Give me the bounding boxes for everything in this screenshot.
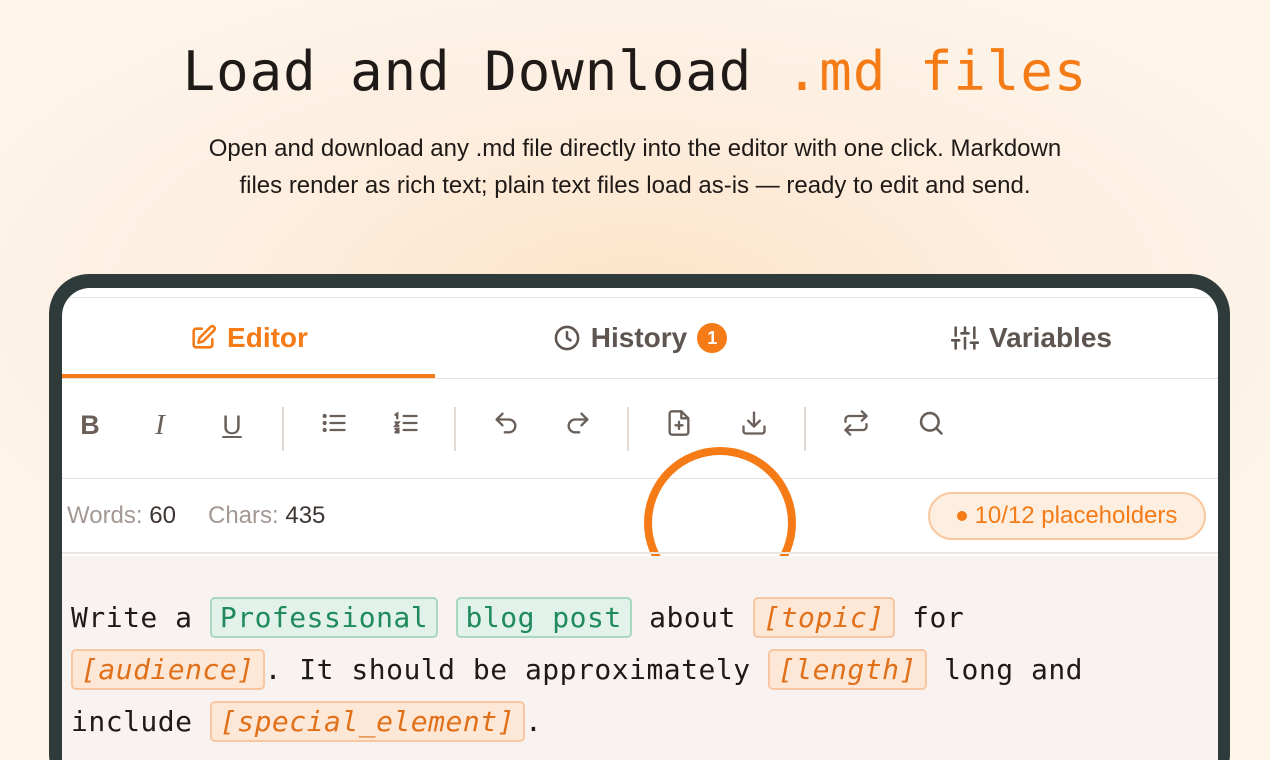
swap-button[interactable]	[832, 401, 880, 449]
hero-subtitle: Open and download any .md file directly …	[150, 130, 1120, 204]
search-icon	[917, 409, 945, 442]
stats-bar: Words: 60 Chars: 435 10/12 placeholders	[62, 480, 1218, 554]
word-count-label: Words:	[67, 502, 143, 529]
redo-icon	[564, 409, 592, 442]
device-frame: Editor History 1 Variables B I U Words: …	[49, 274, 1230, 760]
numbered-list-icon	[392, 409, 420, 442]
undo-button[interactable]	[482, 401, 530, 449]
swap-icon	[842, 409, 870, 442]
placeholder-chip[interactable]: [topic]	[753, 597, 895, 638]
clock-icon	[553, 324, 581, 352]
char-count: Chars: 435	[208, 502, 325, 530]
placeholder-chip[interactable]: [audience]	[71, 649, 265, 690]
redo-button[interactable]	[554, 401, 602, 449]
tab-variables-label: Variables	[989, 322, 1112, 353]
text-segment: .	[524, 705, 543, 738]
text-segment: include	[71, 705, 210, 738]
placeholders-badge[interactable]: 10/12 placeholders	[928, 492, 1206, 540]
editor-content[interactable]: Write a Professional blog post about [to…	[62, 556, 1218, 760]
placeholders-label: 10/12 placeholders	[974, 502, 1178, 529]
hero-subtitle-line-1: Open and download any .md file directly …	[208, 135, 1062, 162]
history-count-badge: 1	[697, 323, 728, 353]
tab-history-label: History	[590, 322, 688, 353]
formatting-toolbar: B I U	[62, 379, 1218, 599]
variable-chip[interactable]: Professional	[209, 597, 439, 638]
placeholder-chip[interactable]: [special_element]	[209, 701, 525, 742]
numbered-list-button[interactable]	[382, 401, 430, 449]
bullet-list-button[interactable]	[310, 401, 358, 449]
bold-button[interactable]: B	[66, 401, 114, 449]
hero-title-accent: .md files	[785, 40, 1088, 103]
tab-editor[interactable]: Editor	[62, 298, 435, 378]
variable-chip[interactable]: blog post	[455, 597, 632, 638]
word-count-value: 60	[149, 502, 176, 529]
edit-icon	[189, 324, 217, 352]
placeholder-chip[interactable]: [length]	[767, 649, 927, 690]
underline-button[interactable]: U	[208, 401, 256, 449]
toolbar-separator	[454, 407, 456, 451]
editor-app: Editor History 1 Variables B I U Words: …	[62, 288, 1218, 760]
hero-title-main: Load and Download	[182, 40, 786, 103]
bullet-list-icon	[320, 409, 348, 442]
text-segment: . It should be approximately	[264, 653, 768, 686]
toolbar-separator	[627, 407, 629, 451]
load-file-button[interactable]	[655, 401, 703, 449]
download-icon	[740, 409, 768, 442]
sliders-icon	[951, 324, 979, 352]
hero-title: Load and Download .md files	[0, 40, 1270, 103]
tab-editor-label: Editor	[227, 322, 308, 353]
text-segment: about	[631, 601, 754, 634]
file-plus-icon	[665, 409, 693, 442]
word-count: Words: 60	[67, 502, 176, 530]
toolbar-separator	[804, 407, 806, 451]
download-button[interactable]	[730, 401, 778, 449]
tab-history[interactable]: History 1	[435, 298, 845, 378]
tab-bar: Editor History 1 Variables	[62, 298, 1218, 379]
italic-button[interactable]: I	[136, 401, 184, 449]
hero-subtitle-line-2: files render as rich text; plain text fi…	[239, 172, 1031, 199]
active-tab-indicator	[62, 374, 435, 378]
text-segment: for	[894, 601, 965, 634]
char-count-value: 435	[285, 502, 326, 529]
editor-paragraph: Write a Professional blog post about [to…	[71, 592, 1201, 748]
search-button[interactable]	[907, 401, 955, 449]
status-dot-icon	[956, 511, 967, 521]
tab-variables[interactable]: Variables	[845, 298, 1218, 378]
text-segment: Write a	[71, 601, 210, 634]
toolbar-separator	[282, 407, 284, 451]
char-count-label: Chars:	[208, 502, 279, 529]
undo-icon	[492, 409, 520, 442]
text-segment: long and	[926, 653, 1084, 686]
